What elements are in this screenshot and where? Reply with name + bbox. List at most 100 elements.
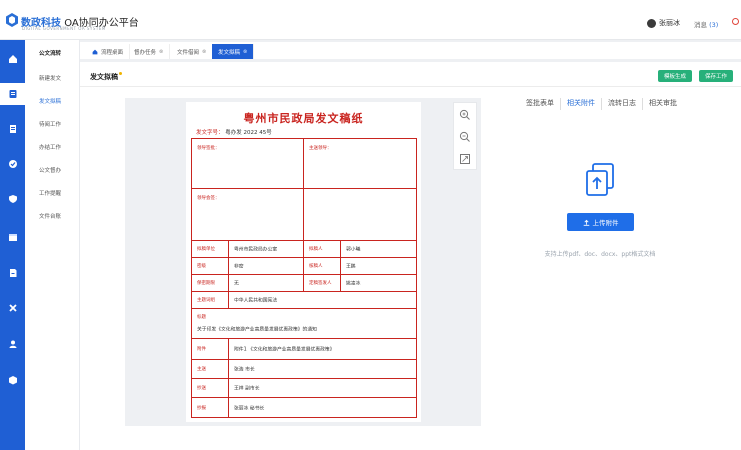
zoom-in-icon[interactable] — [459, 109, 471, 121]
cc-value-cell[interactable]: 张丽冰 秘书长 — [229, 398, 416, 417]
topic-value-cell[interactable]: 中华人民共和国宪法 — [229, 292, 416, 309]
main-leader-cell[interactable]: 主送领导： — [304, 139, 416, 189]
submenu-item-ledger[interactable]: 文件台账 — [25, 212, 80, 220]
attach-value-cell[interactable]: 附件1 《文化和旅游产业高质量发展优惠政策》 — [229, 339, 416, 360]
save-work-button[interactable]: 保存工作 — [699, 70, 734, 82]
period-value-cell[interactable]: 无 — [229, 275, 304, 292]
user-name: 张丽冰 — [659, 19, 680, 27]
messages-link[interactable]: 消息 (3) — [694, 19, 718, 29]
avatar — [647, 18, 656, 28]
period-label: 保密期限 — [197, 281, 215, 286]
reviewer-label: 核稿人 — [309, 264, 323, 269]
drafter-label: 拟稿人 — [309, 247, 323, 252]
signer-label-cell: 定稿签发人 — [304, 275, 341, 292]
logo-icon — [6, 13, 18, 27]
document-form: 领导签批： 主送领导： 领导会签： 拟稿单位 粤州市民政局办公室 拟稿人 郭小曦… — [191, 138, 417, 418]
attach-label: 附件 — [197, 347, 206, 352]
main-to-value-cell[interactable]: 张浩 市长 — [229, 360, 416, 379]
document-paper: 粤州市民政局发文稿纸 发文字号： 粤办发 2022 45号 领导签批： 主送领导… — [186, 102, 421, 422]
reviewer-value-cell[interactable]: 王鹏 — [341, 258, 416, 275]
attach-value: 附件1 《文化和旅游产业高质量发展优惠政策》 — [234, 347, 335, 353]
draft-unit-label-cell: 拟稿单位 — [192, 241, 229, 258]
drafter-value: 郭小曦 — [346, 247, 361, 253]
generate-template-button[interactable]: 模板生成 — [658, 70, 693, 82]
top-bar: 数政科技 OA协同办公平台 DIGITAL GOVERNMENT OA SYST… — [0, 0, 741, 40]
close-icon[interactable]: ⊗ — [243, 49, 247, 55]
primary-nav — [0, 40, 25, 450]
document-title: 粤州市民政局发文稿纸 — [243, 112, 364, 125]
submenu-item-done[interactable]: 办结工作 — [25, 143, 80, 151]
fullscreen-icon[interactable] — [459, 153, 471, 165]
nav-check-icon[interactable] — [0, 153, 25, 175]
secret-label-cell: 密级 — [192, 258, 229, 275]
signer-value-cell[interactable]: 姚凌冰 — [341, 275, 416, 292]
nav-user-icon[interactable] — [0, 333, 25, 355]
submenu-heading: 公文流转 — [39, 51, 62, 57]
secret-value-cell[interactable]: 非密 — [229, 258, 304, 275]
close-icon[interactable]: ⊗ — [202, 49, 206, 55]
copy-value-cell[interactable]: 王祥 副市长 — [229, 379, 416, 398]
signer-label: 定稿签发人 — [309, 281, 332, 286]
submenu-item-new-doc[interactable]: 新建发文 — [25, 74, 80, 82]
tab-borrow[interactable]: 文件借阅 ⊗ — [171, 44, 214, 59]
nav-file-icon[interactable] — [0, 118, 25, 140]
tab-supervise[interactable]: 督办任务 ⊗ — [128, 44, 171, 59]
document-viewer: 粤州市民政局发文稿纸 发文字号： 粤办发 2022 45号 领导签批： 主送领导… — [125, 98, 481, 426]
nav-shield-icon[interactable] — [0, 188, 25, 210]
divider — [80, 86, 741, 87]
nav-tool-icon[interactable] — [0, 297, 25, 319]
upload-hint: 支持上传pdf、doc、docx、ppt格式文档 — [544, 251, 656, 258]
attach-label-cell: 附件 — [192, 339, 229, 360]
doc-title-cell[interactable]: 标题 关于印发《文化和旅游产业高质量发展优惠政策》的通知 — [192, 309, 416, 339]
submenu-item-draft[interactable]: 发文拟稿 — [25, 97, 80, 105]
messages-count: (3) — [709, 21, 719, 29]
nav-box-icon[interactable] — [0, 369, 25, 391]
topic-label: 主题词组 — [197, 298, 215, 303]
nav-report-icon[interactable] — [0, 262, 25, 284]
leader-cosign-cell[interactable]: 领导会签： — [192, 189, 304, 241]
tab-desktop[interactable]: 流程桌面 — [86, 44, 131, 59]
secret-value: 非密 — [234, 264, 244, 270]
logout-icon[interactable] — [732, 18, 739, 25]
draft-unit-value-cell[interactable]: 粤州市民政局办公室 — [229, 241, 304, 258]
document-number-value: 粤办发 2022 45号 — [225, 130, 272, 136]
main-to-value: 张浩 市长 — [234, 367, 255, 373]
draft-unit-value: 粤州市民政局办公室 — [234, 247, 278, 253]
drafter-value-cell[interactable]: 郭小曦 — [341, 241, 416, 258]
tab-related-approval[interactable]: 相关审批 — [643, 98, 683, 110]
topic-value: 中华人民共和国宪法 — [234, 298, 278, 304]
submenu-item-reminder[interactable]: 工作提醒 — [25, 189, 80, 197]
cc-label: 抄报 — [197, 405, 206, 411]
nav-document-icon[interactable] — [0, 83, 25, 105]
cc-label-cell: 抄报 — [192, 398, 229, 417]
upload-attachment-button[interactable]: 上传附件 — [567, 213, 634, 231]
tab-attachments[interactable]: 相关附件 — [561, 98, 602, 110]
app-root: 数政科技 OA协同办公平台 DIGITAL GOVERNMENT OA SYST… — [0, 0, 741, 450]
tab-label: 督办任务 — [134, 49, 157, 56]
leader-sign-cell[interactable]: 领导签批： — [192, 139, 304, 189]
star-icon — [119, 72, 122, 75]
blank-cell — [304, 189, 416, 241]
close-icon[interactable]: ⊗ — [159, 49, 163, 55]
tab-label: 文件借阅 — [177, 49, 200, 56]
nav-home-icon[interactable] — [0, 48, 25, 70]
period-value: 无 — [234, 281, 239, 287]
tab-flow-log[interactable]: 流转日志 — [602, 98, 643, 110]
upload-button-label: 上传附件 — [592, 219, 619, 227]
topic-label-cell: 主题词组 — [192, 292, 229, 309]
zoom-out-icon[interactable] — [459, 131, 471, 143]
right-tabs: 签批表单 相关附件 流转日志 相关审批 — [520, 98, 683, 110]
tab-label: 发文拟稿 — [218, 49, 241, 56]
submenu-item-supervise[interactable]: 公文督办 — [25, 166, 80, 174]
secondary-nav: 公文流转 新建发文 发文拟稿 待阅工作 办结工作 公文督办 工作提醒 文件台账 — [25, 40, 80, 450]
cc-value: 张丽冰 秘书长 — [234, 406, 265, 411]
submenu-item-to-read[interactable]: 待阅工作 — [25, 120, 80, 128]
upload-icon — [583, 219, 589, 226]
tab-draft[interactable]: 发文拟稿 ⊗ — [212, 44, 255, 59]
messages-label: 消息 — [694, 21, 707, 29]
user-menu[interactable]: 张丽冰 — [647, 18, 680, 28]
nav-calendar-icon[interactable] — [0, 226, 25, 248]
viewer-tools — [453, 102, 477, 170]
main-leader-label: 主送领导： — [309, 146, 332, 151]
tab-sign-form[interactable]: 签批表单 — [520, 98, 561, 110]
